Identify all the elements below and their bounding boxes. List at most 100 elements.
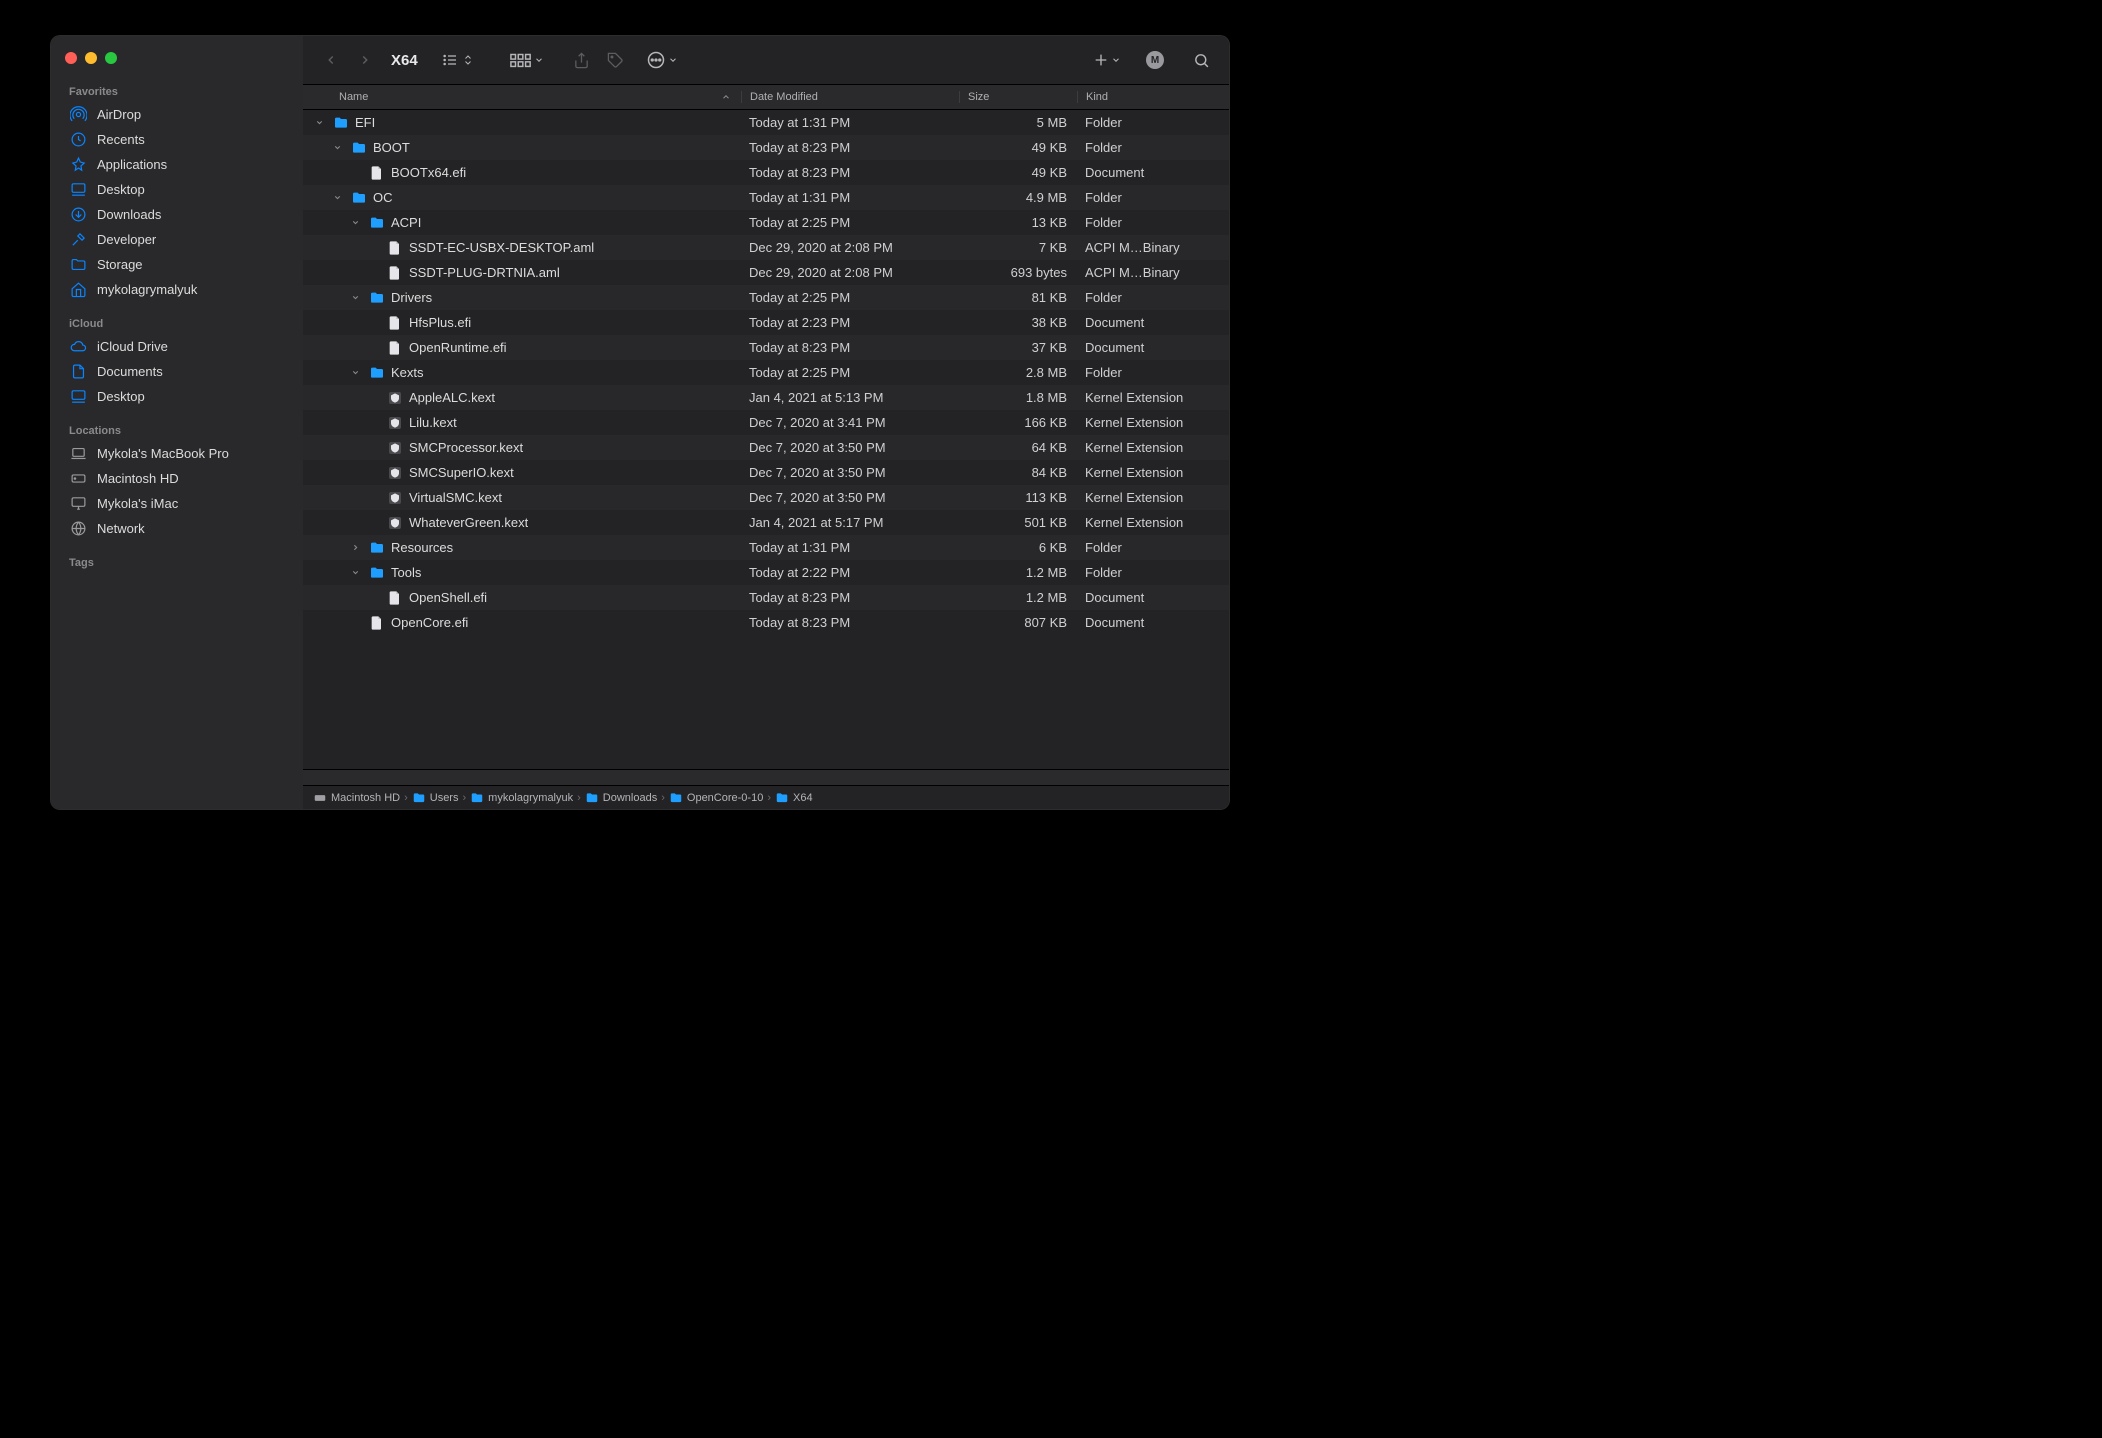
path-item[interactable]: Downloads (585, 791, 657, 805)
column-size-header[interactable]: Size (959, 91, 1077, 103)
file-date: Jan 4, 2021 at 5:13 PM (741, 390, 959, 405)
forward-button[interactable] (351, 46, 379, 74)
sidebar-item-downloads[interactable]: Downloads (51, 202, 303, 227)
sidebar-item-desktop[interactable]: Desktop (51, 384, 303, 409)
file-kind: Document (1077, 615, 1229, 630)
sidebar-item-documents[interactable]: Documents (51, 359, 303, 384)
sidebar-item-mykola-s-imac[interactable]: Mykola's iMac (51, 491, 303, 516)
disclosure-icon[interactable] (351, 568, 363, 577)
file-row[interactable]: SSDT-EC-USBX-DESKTOP.aml Dec 29, 2020 at… (303, 235, 1229, 260)
file-date: Today at 8:23 PM (741, 165, 959, 180)
file-date: Today at 8:23 PM (741, 615, 959, 630)
file-row[interactable]: EFI Today at 1:31 PM 5 MB Folder (303, 110, 1229, 135)
file-size: 49 KB (959, 140, 1077, 155)
file-kind: Kernel Extension (1077, 465, 1229, 480)
disclosure-icon[interactable] (351, 543, 363, 552)
file-row[interactable]: Kexts Today at 2:25 PM 2.8 MB Folder (303, 360, 1229, 385)
file-row[interactable]: Drivers Today at 2:25 PM 81 KB Folder (303, 285, 1229, 310)
path-bar: Macintosh HD›Users›mykolagrymalyuk›Downl… (303, 785, 1229, 809)
disclosure-icon[interactable] (351, 218, 363, 227)
disclosure-icon[interactable] (333, 143, 345, 152)
account-badge[interactable]: M (1141, 46, 1169, 74)
path-item[interactable]: X64 (775, 791, 813, 805)
action-menu[interactable] (646, 50, 678, 70)
file-size: 84 KB (959, 465, 1077, 480)
new-menu[interactable] (1093, 52, 1121, 68)
sidebar-item-macintosh-hd[interactable]: Macintosh HD (51, 466, 303, 491)
disclosure-icon[interactable] (351, 293, 363, 302)
folder-icon (775, 791, 789, 805)
minimize-window-button[interactable] (85, 52, 97, 64)
file-name: VirtualSMC.kext (409, 490, 502, 505)
clock-icon (69, 131, 87, 149)
sidebar-item-desktop[interactable]: Desktop (51, 177, 303, 202)
folder-icon (351, 140, 367, 156)
column-date-header[interactable]: Date Modified (741, 91, 959, 103)
main-area: X64 (303, 36, 1229, 809)
file-row[interactable]: OpenRuntime.efi Today at 8:23 PM 37 KB D… (303, 335, 1229, 360)
column-kind-header[interactable]: Kind (1077, 91, 1229, 103)
view-menu[interactable] (440, 52, 474, 68)
file-name: SSDT-EC-USBX-DESKTOP.aml (409, 240, 594, 255)
file-row[interactable]: BOOT Today at 8:23 PM 49 KB Folder (303, 135, 1229, 160)
file-row[interactable]: SSDT-PLUG-DRTNIA.aml Dec 29, 2020 at 2:0… (303, 260, 1229, 285)
file-row[interactable]: WhateverGreen.kext Jan 4, 2021 at 5:17 P… (303, 510, 1229, 535)
path-label: Users (430, 792, 459, 804)
sidebar-item-label: mykolagrymalyuk (97, 282, 197, 297)
file-row[interactable]: SMCProcessor.kext Dec 7, 2020 at 3:50 PM… (303, 435, 1229, 460)
sidebar-item-icloud-drive[interactable]: iCloud Drive (51, 334, 303, 359)
file-row[interactable]: SMCSuperIO.kext Dec 7, 2020 at 3:50 PM 8… (303, 460, 1229, 485)
apps-icon (69, 156, 87, 174)
disclosure-icon[interactable] (351, 368, 363, 377)
path-item[interactable]: OpenCore-0-10 (669, 791, 763, 805)
path-separator-icon: › (661, 792, 665, 804)
file-icon (387, 240, 403, 256)
sidebar-item-applications[interactable]: Applications (51, 152, 303, 177)
sidebar-item-developer[interactable]: Developer (51, 227, 303, 252)
sidebar-item-mykola-s-macbook-pro[interactable]: Mykola's MacBook Pro (51, 441, 303, 466)
file-row[interactable]: OC Today at 1:31 PM 4.9 MB Folder (303, 185, 1229, 210)
file-name: OC (373, 190, 393, 205)
back-button[interactable] (317, 46, 345, 74)
file-size: 6 KB (959, 540, 1077, 555)
disclosure-icon[interactable] (315, 118, 327, 127)
file-row[interactable]: Lilu.kext Dec 7, 2020 at 3:41 PM 166 KB … (303, 410, 1229, 435)
sidebar-item-mykolagrymalyuk[interactable]: mykolagrymalyuk (51, 277, 303, 302)
tag-button[interactable] (602, 46, 630, 74)
path-item[interactable]: mykolagrymalyuk (470, 791, 573, 805)
group-menu[interactable] (510, 52, 544, 68)
file-name: SMCSuperIO.kext (409, 465, 514, 480)
close-window-button[interactable] (65, 52, 77, 64)
folder-icon (351, 190, 367, 206)
sidebar-item-airdrop[interactable]: AirDrop (51, 102, 303, 127)
file-row[interactable]: HfsPlus.efi Today at 2:23 PM 38 KB Docum… (303, 310, 1229, 335)
path-item[interactable]: Users (412, 791, 459, 805)
file-row[interactable]: AppleALC.kext Jan 4, 2021 at 5:13 PM 1.8… (303, 385, 1229, 410)
sidebar-item-recents[interactable]: Recents (51, 127, 303, 152)
file-list[interactable]: EFI Today at 1:31 PM 5 MB Folder BOOT To… (303, 110, 1229, 769)
file-row[interactable]: OpenShell.efi Today at 8:23 PM 1.2 MB Do… (303, 585, 1229, 610)
sidebar-item-network[interactable]: Network (51, 516, 303, 541)
file-name: ACPI (391, 215, 421, 230)
file-row[interactable]: ACPI Today at 2:25 PM 13 KB Folder (303, 210, 1229, 235)
column-name-header[interactable]: Name (303, 91, 741, 103)
file-size: 113 KB (959, 490, 1077, 505)
path-item[interactable]: Macintosh HD (313, 791, 400, 805)
toolbar: X64 (303, 36, 1229, 84)
file-row[interactable]: OpenCore.efi Today at 8:23 PM 807 KB Doc… (303, 610, 1229, 635)
file-name: Drivers (391, 290, 432, 305)
file-size: 38 KB (959, 315, 1077, 330)
file-name: OpenCore.efi (391, 615, 468, 630)
file-row[interactable]: Tools Today at 2:22 PM 1.2 MB Folder (303, 560, 1229, 585)
file-row[interactable]: Resources Today at 1:31 PM 6 KB Folder (303, 535, 1229, 560)
file-kind: ACPI M…Binary (1077, 240, 1229, 255)
sidebar-item-storage[interactable]: Storage (51, 252, 303, 277)
file-row[interactable]: VirtualSMC.kext Dec 7, 2020 at 3:50 PM 1… (303, 485, 1229, 510)
file-size: 693 bytes (959, 265, 1077, 280)
share-button[interactable] (568, 46, 596, 74)
disclosure-icon[interactable] (333, 193, 345, 202)
window-title: X64 (391, 52, 418, 69)
zoom-window-button[interactable] (105, 52, 117, 64)
file-row[interactable]: BOOTx64.efi Today at 8:23 PM 49 KB Docum… (303, 160, 1229, 185)
search-button[interactable] (1187, 46, 1215, 74)
